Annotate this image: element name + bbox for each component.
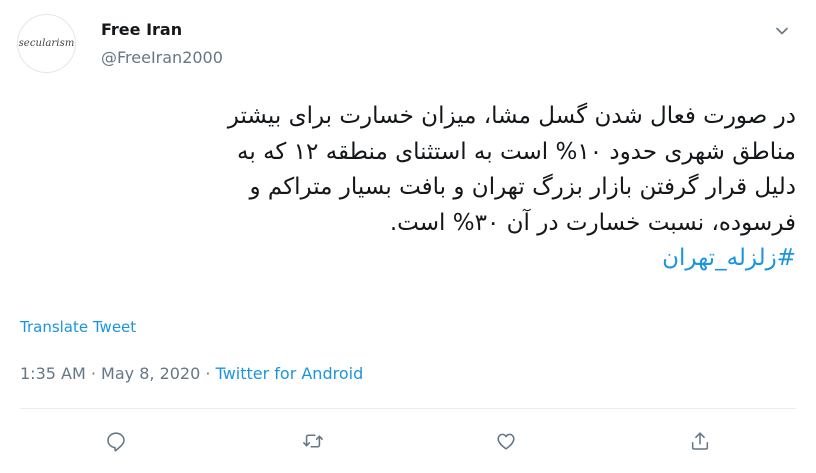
- reply-button[interactable]: [99, 424, 133, 458]
- like-button[interactable]: [489, 424, 523, 458]
- tweet-text-line: فرسوده، نسبت خسارت در آن ۳۰% است.: [389, 209, 796, 236]
- avatar-logo-text: secularism: [18, 38, 75, 49]
- share-button[interactable]: [683, 424, 717, 458]
- tweet-text-line: در صورت فعال شدن گسل مشا، میزان خسارت بر…: [227, 103, 796, 129]
- user-handle[interactable]: @FreeIran2000: [101, 48, 223, 67]
- more-options-button[interactable]: [769, 18, 795, 44]
- action-bar: [0, 424, 816, 458]
- meta-separator: ·: [205, 364, 211, 383]
- tweet-text-line: مناطق شهری حدود ۱۰% است به استثنای منطقه…: [237, 138, 796, 165]
- display-name[interactable]: Free Iran: [101, 20, 182, 39]
- translate-tweet-link[interactable]: Translate Tweet: [20, 318, 136, 336]
- avatar[interactable]: secularism: [17, 14, 76, 73]
- tweet-text: در صورت فعال شدن گسل مشا، میزان خسارت بر…: [26, 99, 796, 277]
- tweet-text-line: دلیل قرار گرفتن بازار بزرگ تهران و بافت …: [249, 174, 796, 200]
- share-icon: [691, 432, 709, 450]
- retweet-button[interactable]: [296, 424, 330, 458]
- chevron-down-icon: [776, 27, 788, 35]
- meta-separator: ·: [90, 364, 96, 383]
- divider: [20, 408, 796, 409]
- tweet-source-link[interactable]: Twitter for Android: [216, 364, 364, 383]
- retweet-icon: [303, 434, 323, 448]
- hashtag-link[interactable]: #زلزله_تهران: [26, 241, 796, 277]
- tweet-metadata: 1:35 AM · May 8, 2020 · Twitter for Andr…: [20, 364, 363, 383]
- reply-icon: [107, 432, 125, 452]
- tweet-date[interactable]: May 8, 2020: [101, 364, 200, 383]
- like-icon: [497, 433, 515, 450]
- tweet-time[interactable]: 1:35 AM: [20, 364, 86, 383]
